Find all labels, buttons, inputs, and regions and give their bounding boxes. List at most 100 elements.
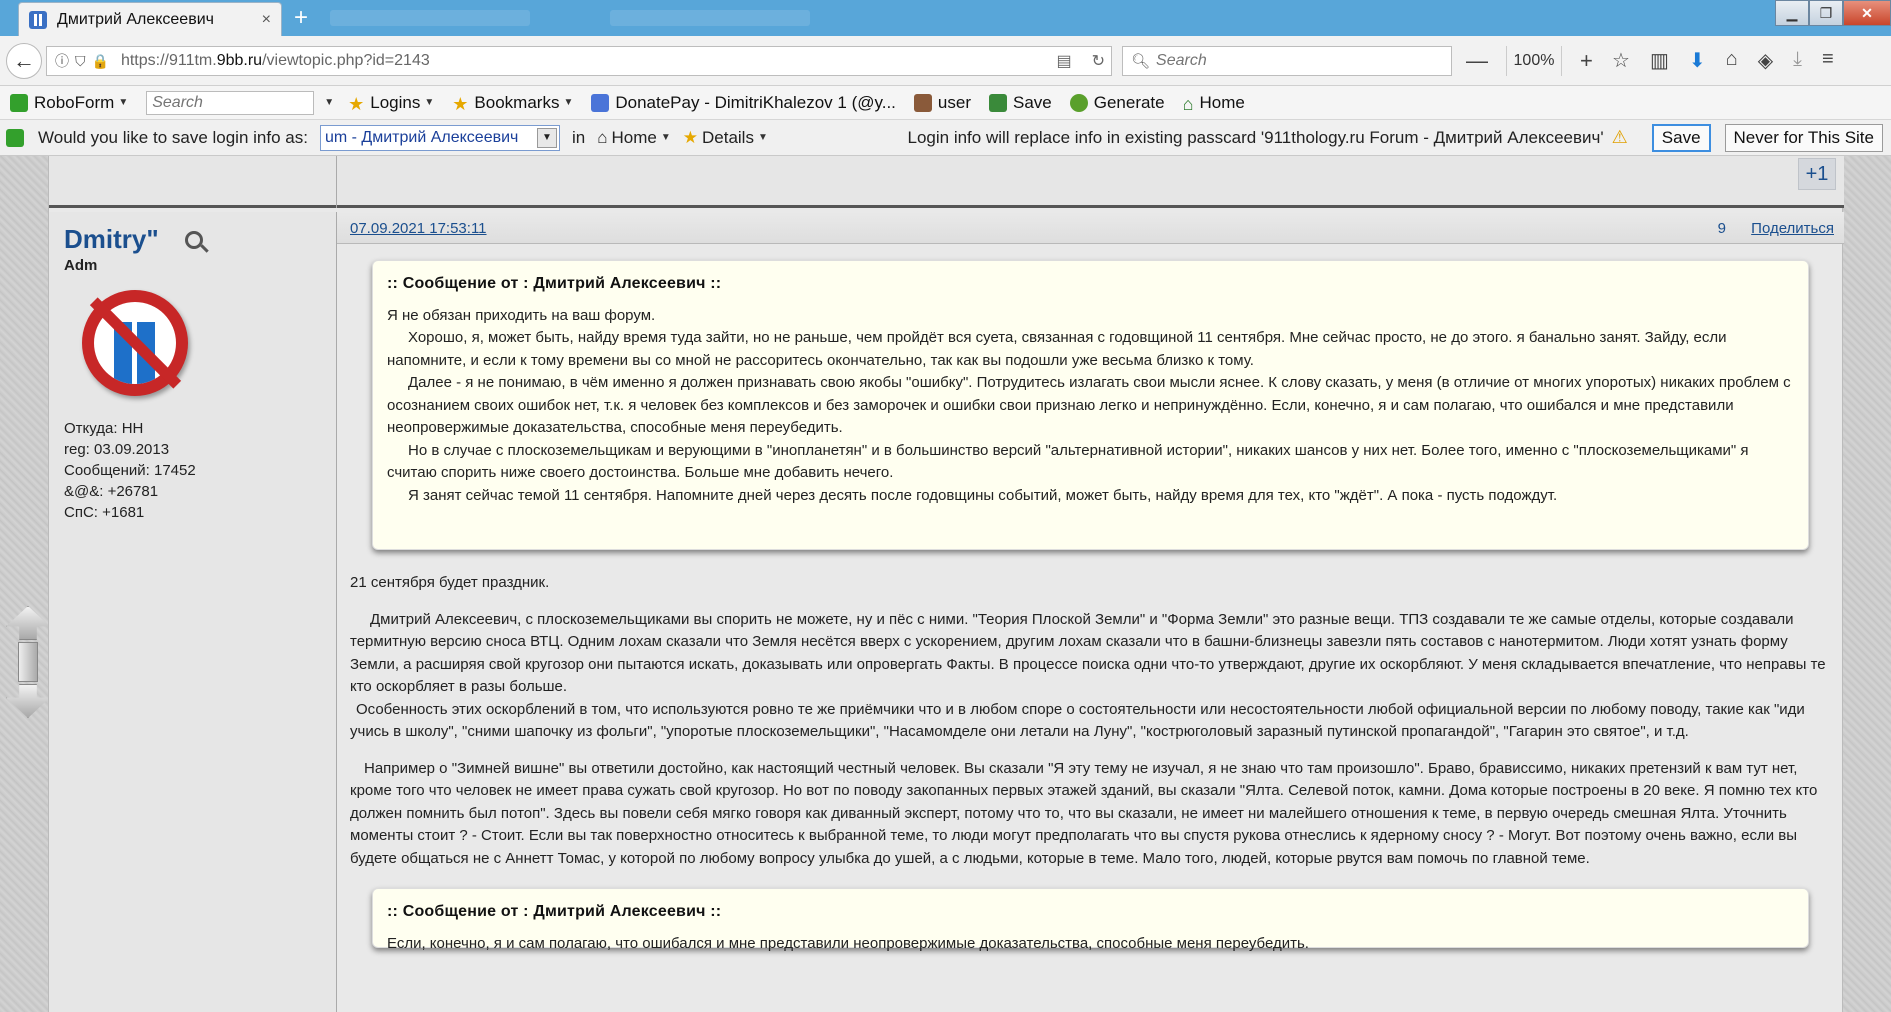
quote-line: Я занят сейчас темой 11 сентября. Напомн… [408, 486, 1558, 504]
save-label: Save [1012, 92, 1052, 112]
save-login-prompt: Would you like to save login info as: [38, 127, 308, 147]
column-divider [336, 156, 337, 208]
quote-title: :: Сообщение от : Дмитрий Алексеевич :: [387, 275, 722, 292]
generate-bookmark[interactable]: Generate [1069, 92, 1165, 113]
share-link[interactable]: Поделиться [1751, 220, 1834, 237]
download-icon[interactable]: ⬇ [1689, 48, 1706, 73]
url-text[interactable]: https://911tm.9bb.ru/viewtopic.php?id=21… [121, 52, 430, 70]
author-messages: Сообщений: 17452 [64, 462, 196, 479]
tab-title: Дмитрий Алексеевич [57, 10, 214, 28]
post-paragraph: 21 сентября будет праздник. [350, 572, 1831, 595]
post-date-link[interactable]: 07.09.2021 17:53:11 [350, 220, 487, 237]
page-background: +1 Dmitry" Adm Откуда: НН reg: 03.09.201… [0, 156, 1891, 1012]
logins-button[interactable]: ★ Logins ▼ [348, 93, 435, 114]
home-icon[interactable]: ⌂ [1726, 48, 1738, 73]
dropdown-arrow-icon[interactable]: ▼ [536, 127, 557, 148]
previous-post-footer: +1 [49, 156, 1844, 208]
zoom-out-button[interactable]: — [1466, 48, 1488, 74]
minimize-icon[interactable]: ▁ [1775, 0, 1809, 26]
star-icon: ★ [348, 93, 365, 114]
address-bar[interactable]: ⓘ ⛉ 🔒 https://911tm.9bb.ru/viewtopic.php… [46, 46, 1112, 76]
login-replace-message: Login info will replace info in existing… [908, 127, 1628, 148]
author-from: Откуда: НН [64, 420, 144, 437]
author-rep: &@&: +26781 [64, 483, 159, 500]
plus-one-button[interactable]: +1 [1798, 158, 1836, 190]
menu-icon[interactable]: ≡ [1822, 48, 1834, 73]
author-rank: Adm [64, 257, 98, 274]
maximize-icon[interactable]: ❐ [1809, 0, 1843, 26]
post-paragraph: Дмитрий Алексеевич, с плоскоземельщиками… [350, 609, 1831, 744]
downloads-list-icon[interactable]: ⤓ [1793, 48, 1802, 73]
home-label: Home [1199, 92, 1245, 112]
author-stats: Откуда: НН reg: 03.09.2013 Сообщений: 17… [64, 418, 321, 523]
background-tab[interactable] [610, 10, 810, 26]
close-window-icon[interactable]: ✕ [1843, 0, 1891, 26]
window-controls: ▁ ❐ ✕ [1775, 0, 1891, 28]
quote-line: Хорошо, я, может быть, найду время туда … [387, 329, 1727, 369]
zoom-in-button[interactable]: + [1580, 48, 1593, 74]
roboform-search-dropdown-icon[interactable]: ▼ [324, 97, 334, 108]
scroll-down-icon[interactable] [6, 684, 50, 718]
bookmarks-button[interactable]: ★ Bookmarks ▼ [452, 93, 574, 114]
zoom-controls: — 100% + [1466, 46, 1593, 76]
library-icon[interactable]: ▥ [1650, 48, 1669, 73]
roboform-button[interactable]: RoboForm ▼ [10, 93, 128, 113]
details-button[interactable]: ★ Details ▼ [683, 128, 768, 148]
reader-view-icon[interactable]: ▤ [1056, 51, 1071, 71]
scroll-middle-icon[interactable] [18, 642, 38, 682]
back-button[interactable]: ← [6, 43, 42, 79]
roboform-search-input[interactable] [146, 90, 315, 115]
caret-down-icon: ▼ [660, 132, 671, 143]
home-folder-label: Home [611, 127, 657, 147]
save-login-button[interactable]: Save [1651, 123, 1711, 152]
donatepay-icon [591, 93, 610, 112]
home-folder-button[interactable]: ⌂ Home ▼ [597, 128, 671, 148]
save-bookmark[interactable]: Save [988, 92, 1052, 113]
pocket-icon[interactable]: ◈ [1758, 48, 1773, 73]
home-icon: ⌂ [1182, 93, 1194, 114]
donatepay-bookmark[interactable]: DonatePay - DimitriKhalezov 1 (@y... [591, 93, 896, 113]
roboform-icon [6, 128, 24, 147]
roboform-icon [10, 93, 28, 112]
save-icon [988, 93, 1007, 112]
zoom-level[interactable]: 100% [1506, 46, 1562, 76]
login-name-select[interactable]: um - Дмитрий Алексеевич ▼ [319, 124, 560, 151]
star-icon: ★ [452, 93, 469, 114]
search-bar[interactable]: 🔍︎ [1122, 46, 1452, 76]
bookmark-star-icon[interactable]: ☆ [1612, 48, 1630, 73]
post-author-column: Dmitry" Adm Откуда: НН reg: 03.09.2013 С… [49, 212, 337, 1012]
generate-label: Generate [1093, 92, 1165, 112]
donatepay-label: DonatePay - DimitriKhalezov 1 (@y... [615, 92, 896, 112]
caret-down-icon: ▼ [118, 97, 129, 108]
caret-down-icon: ▼ [424, 97, 435, 108]
login-name-value: um - Дмитрий Алексеевич [324, 128, 519, 146]
new-tab-button[interactable]: + [294, 6, 308, 30]
info-icon[interactable]: ⓘ [55, 51, 69, 71]
tab-close-icon[interactable]: × [262, 11, 271, 29]
quote-title: :: Сообщение от : Дмитрий Алексеевич :: [387, 903, 722, 920]
never-for-site-button[interactable]: Never for This Site [1724, 123, 1883, 152]
search-icon[interactable] [184, 230, 203, 249]
tab-active[interactable]: Дмитрий Алексеевич × [18, 2, 282, 36]
background-tab[interactable] [330, 10, 530, 26]
scroll-up-icon[interactable] [6, 606, 50, 640]
post-text: Например о "Зимней вишне" вы ответили до… [350, 759, 1818, 867]
post-text: Особенность этих оскорблений в том, что … [350, 700, 1805, 741]
home-bookmark[interactable]: ⌂ Home [1182, 92, 1245, 114]
caret-down-icon: ▼ [563, 97, 574, 108]
scroll-arrows [6, 606, 50, 746]
caret-down-icon: ▼ [757, 132, 768, 143]
bookmarks-toolbar: RoboForm▼ ▼ ★Logins▼ ★Bookmarks▼ DonateP… [0, 86, 1891, 120]
warning-icon: ⚠ [1611, 127, 1628, 147]
shield-icon[interactable]: ⛉ [75, 53, 86, 70]
post-text: 21 сентября будет праздник. [350, 574, 550, 591]
post-number[interactable]: 9 [1718, 220, 1726, 237]
user-bookmark[interactable]: user [913, 93, 971, 113]
tab-bar: Дмитрий Алексеевич × + ▁ ❐ ✕ [0, 0, 1891, 36]
reload-icon[interactable]: ↻ [1092, 51, 1105, 71]
post-paragraph: Например о "Зимней вишне" вы ответили до… [350, 758, 1831, 871]
save-login-bar: Would you like to save login info as: um… [0, 120, 1891, 156]
search-input[interactable] [1156, 52, 1437, 70]
author-name[interactable]: Dmitry" [64, 224, 159, 255]
lock-warning-icon[interactable]: 🔒 [92, 53, 109, 70]
